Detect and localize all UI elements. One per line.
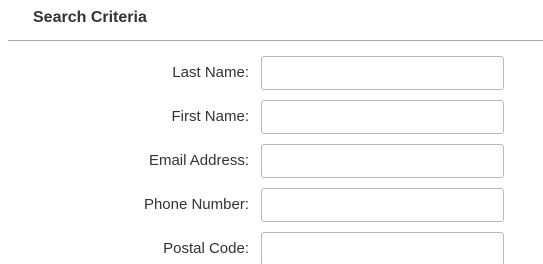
- search-criteria-panel: Search Criteria Last Name: First Name: E…: [0, 0, 543, 264]
- email-address-label: Email Address:: [148, 152, 249, 169]
- first-name-input[interactable]: [261, 100, 504, 134]
- first-name-row: First Name:: [0, 100, 543, 134]
- phone-number-label: Phone Number:: [143, 196, 249, 213]
- postal-code-row: Postal Code:: [0, 232, 543, 264]
- email-address-input[interactable]: [261, 144, 504, 178]
- postal-code-label: Postal Code:: [163, 240, 249, 257]
- last-name-input[interactable]: [261, 56, 504, 90]
- email-address-row: Email Address:: [0, 144, 543, 178]
- first-name-label: First Name:: [171, 108, 249, 125]
- phone-number-input[interactable]: [261, 188, 504, 222]
- last-name-label: Last Name:: [172, 64, 249, 81]
- phone-number-row: Phone Number:: [0, 188, 543, 222]
- section-divider: [8, 40, 543, 41]
- postal-code-input[interactable]: [261, 232, 504, 264]
- last-name-row: Last Name:: [0, 56, 543, 90]
- section-title: Search Criteria: [33, 9, 147, 26]
